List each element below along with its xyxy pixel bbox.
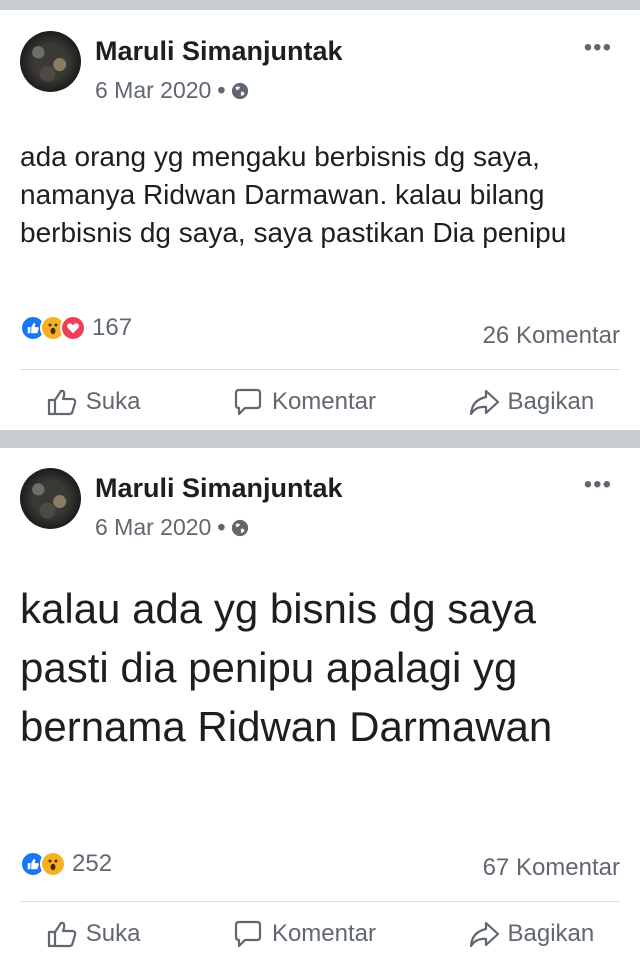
divider [20, 369, 620, 370]
more-options-icon[interactable]: ••• [584, 36, 612, 60]
wow-icon [40, 851, 66, 877]
like-label: Suka [85, 388, 141, 415]
avatar[interactable] [20, 468, 81, 529]
post-date[interactable]: 6 Mar 2020 [95, 77, 211, 104]
feed-separator-top [0, 0, 640, 10]
reactions-summary[interactable]: 252 [20, 850, 112, 878]
author-name[interactable]: Maruli Simanjuntak [95, 473, 343, 504]
divider [20, 901, 620, 902]
meta-dot: • [217, 514, 226, 540]
comment-label: Komentar [271, 920, 377, 947]
comment-count-link[interactable]: 26 Komentar [483, 322, 620, 350]
reaction-count: 167 [92, 314, 133, 341]
share-label: Bagikan [507, 920, 595, 947]
post-actions: Suka Komentar Bagikan [0, 378, 640, 426]
comment-label: Komentar [271, 388, 377, 415]
more-options-icon[interactable]: ••• [584, 473, 612, 497]
love-icon [60, 315, 86, 341]
post-date[interactable]: 6 Mar 2020 [95, 514, 211, 541]
globe-icon [232, 519, 249, 536]
share-button[interactable]: Bagikan [468, 387, 595, 417]
meta-dot: • [217, 77, 226, 103]
post-card: Maruli Simanjuntak 6 Mar 2020 • ••• ada … [0, 10, 640, 430]
thumbs-up-icon [47, 389, 77, 416]
reaction-count: 252 [72, 850, 113, 877]
avatar[interactable] [20, 31, 81, 92]
comment-icon [234, 388, 262, 416]
feed-separator [0, 430, 640, 448]
comment-count-link[interactable]: 67 Komentar [483, 854, 620, 882]
share-button[interactable]: Bagikan [468, 919, 595, 949]
post-text: kalau ada yg bisnis dg saya pasti dia pe… [20, 585, 553, 750]
share-icon [469, 389, 499, 416]
globe-icon [232, 82, 249, 99]
post-meta: 6 Mar 2020 • [95, 77, 249, 104]
like-button[interactable]: Suka [46, 387, 141, 417]
like-label: Suka [85, 920, 141, 947]
like-button[interactable]: Suka [46, 919, 141, 949]
thumbs-up-icon [47, 921, 77, 948]
post-meta: 6 Mar 2020 • [95, 514, 249, 541]
post-text: ada orang yg mengaku berbisnis dg saya, … [20, 141, 567, 248]
reactions-summary[interactable]: 167 [20, 314, 132, 342]
share-icon [469, 921, 499, 948]
author-name[interactable]: Maruli Simanjuntak [95, 36, 343, 67]
share-label: Bagikan [507, 388, 595, 415]
comment-button[interactable]: Komentar [232, 387, 376, 417]
post-actions: Suka Komentar Bagikan [0, 910, 640, 958]
post-card: Maruli Simanjuntak 6 Mar 2020 • ••• kala… [0, 448, 640, 967]
comment-icon [234, 920, 262, 948]
comment-button[interactable]: Komentar [232, 919, 376, 949]
